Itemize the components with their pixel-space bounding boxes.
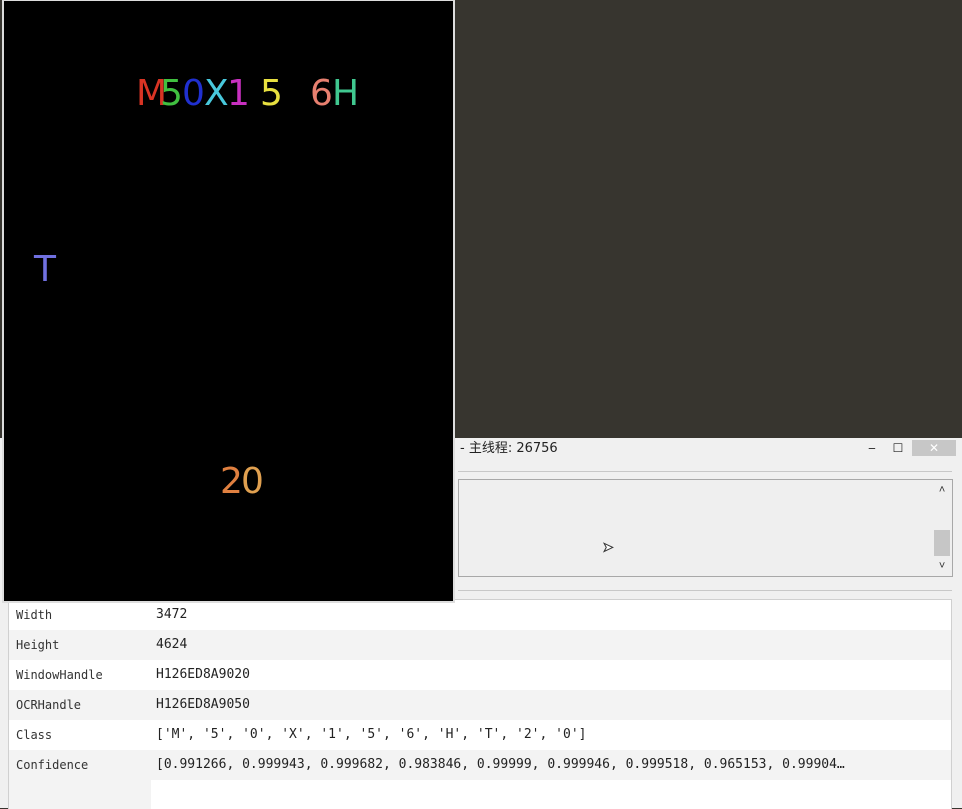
minimize-button[interactable]: ‒ [862, 440, 882, 456]
ocr-char: 5 [160, 73, 183, 114]
properties-table: Width 3472 Height 4624 WindowHandle H126ED8… [8, 599, 952, 809]
divider [458, 590, 952, 591]
scroll-up-icon[interactable]: ˄ [932, 483, 952, 497]
ocr-char: H [332, 73, 360, 114]
scroll-thumb[interactable] [934, 530, 950, 556]
ocr-char: 5 [260, 73, 283, 114]
table-row: OCRHandle H126ED8A9050 [9, 690, 951, 720]
ocr-char: 0 [241, 461, 264, 502]
scroll-down-icon[interactable]: ˅ [932, 559, 952, 573]
empty-key-cell [9, 780, 151, 809]
ocr-image-view: M 5 0 X 1 5 6 H T 2 0 [2, 0, 455, 603]
ocr-char: 0 [182, 73, 205, 114]
title-bar: - 主线程: 26756 ‒ ☐ ✕ [458, 438, 962, 460]
ocr-char: T [34, 249, 56, 290]
window-title: - 主线程: 26756 [460, 441, 558, 456]
vertical-scrollbar[interactable]: ˄ ˅ [932, 480, 952, 576]
table-row: WindowHandle H126ED8A9020 [16, 667, 250, 682]
ocr-char: X [204, 73, 229, 114]
divider [458, 471, 952, 472]
close-button[interactable]: ✕ [912, 440, 956, 456]
ocr-char: 6 [310, 73, 333, 114]
table-row: Height 4624 [9, 630, 951, 660]
ocr-char: 2 [220, 461, 243, 502]
output-panel[interactable]: ˄ ˅ [458, 479, 953, 577]
ocr-char: 1 [227, 73, 250, 114]
maximize-button[interactable]: ☐ [888, 440, 908, 456]
table-row: Class ['M', '5', '0', 'X', '1', '5', '6',… [16, 727, 587, 742]
mouse-cursor-icon: ➤ [603, 538, 615, 560]
table-row: Width 3472 [16, 607, 188, 622]
table-row: Confidence [0.991266, 0.999943, 0.999682,… [9, 750, 951, 780]
